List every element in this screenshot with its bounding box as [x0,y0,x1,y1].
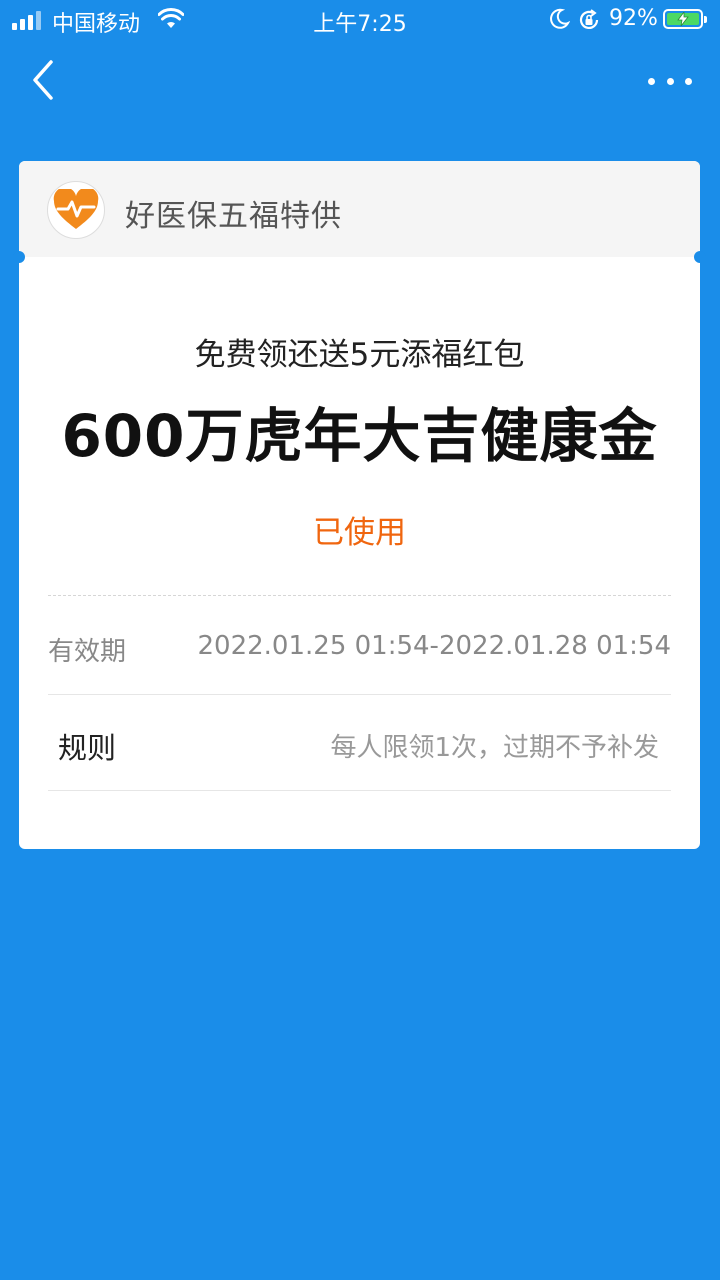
rotation-lock-icon [579,9,599,29]
card-notch-left [13,251,25,263]
navigation-bar [0,40,720,124]
more-dots-icon[interactable] [648,66,692,96]
validity-label: 有效期 [48,637,127,667]
back-chevron-icon[interactable] [24,58,64,102]
dashed-divider [48,595,671,596]
rules-row: 规则 每人限领1次，过期不予补发 [48,695,671,791]
card-header: 好医保五福特供 [19,161,700,257]
card-notch-right [694,251,706,263]
battery-charging-icon [663,9,707,29]
status-bar: 中国移动 上午7:25 92% [0,0,720,40]
brand-name: 好医保五福特供 [125,199,342,234]
coupon-subtitle: 免费领还送5元添福红包 [194,337,525,373]
coupon-title: 600万虎年大吉健康金 [61,402,658,470]
rules-value: 每人限领1次，过期不予补发 [330,733,659,763]
validity-row: 有效期 2022.01.25 01:54-2022.01.28 01:54 [48,599,671,695]
coupon-card: 好医保五福特供 免费领还送5元添福红包 600万虎年大吉健康金 已使用 有效期 … [13,161,706,849]
heart-pulse-icon [47,181,105,239]
rules-label: 规则 [58,731,117,765]
do-not-disturb-moon-icon [550,8,570,29]
battery-percent: 92% [609,6,658,31]
validity-value: 2022.01.25 01:54-2022.01.28 01:54 [197,631,672,661]
used-status-label: 已使用 [313,515,406,551]
